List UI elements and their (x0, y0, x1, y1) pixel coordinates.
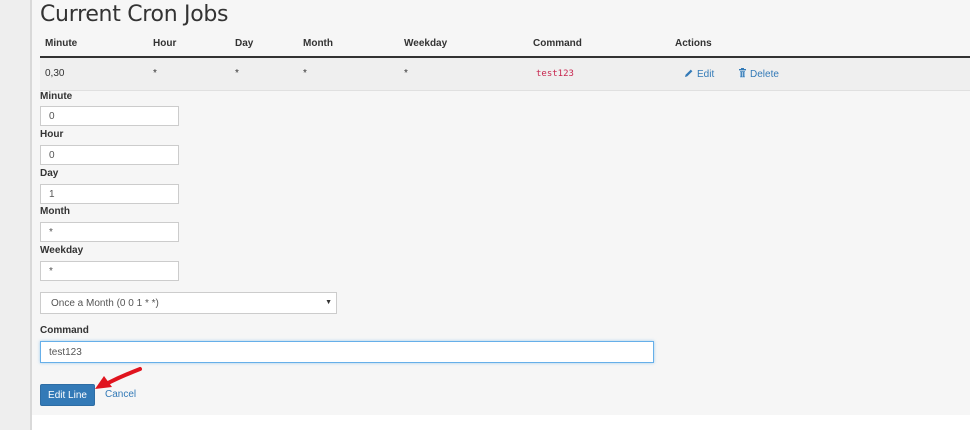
edit-link[interactable]: Edit (684, 68, 714, 80)
caret-down-icon: ▼ (325, 299, 332, 306)
cell-weekday: * (404, 68, 408, 79)
header-month: Month (303, 38, 333, 49)
common-settings-value: Once a Month (0 0 1 * *) (51, 298, 159, 309)
hour-label: Hour (40, 129, 64, 140)
day-input[interactable] (40, 184, 179, 204)
command-input[interactable] (40, 341, 654, 363)
edit-label: Edit (697, 69, 715, 80)
table-header: Minute Hour Day Month Weekday Command Ac… (40, 36, 970, 58)
command-label: Command (40, 325, 89, 336)
month-input[interactable] (40, 222, 179, 242)
left-sidebar-rail (0, 0, 32, 430)
header-weekday: Weekday (404, 38, 448, 49)
cell-command: test123 (536, 69, 574, 79)
header-day: Day (235, 38, 254, 49)
minute-label: Minute (40, 91, 73, 102)
weekday-label: Weekday (40, 245, 84, 256)
header-command: Command (533, 38, 582, 49)
delete-link[interactable]: Delete (738, 68, 779, 80)
cron-jobs-table: Minute Hour Day Month Weekday Command Ac… (40, 36, 970, 91)
header-hour: Hour (153, 38, 177, 49)
edit-line-button[interactable]: Edit Line (40, 384, 95, 406)
cell-month: * (303, 68, 307, 79)
red-arrow-icon (95, 367, 142, 389)
table-row: 0,30 * * * * test123 Edit Delete (40, 58, 970, 91)
minute-input[interactable] (40, 106, 179, 126)
hour-input[interactable] (40, 145, 179, 165)
month-label: Month (40, 206, 70, 217)
common-settings-select[interactable]: Once a Month (0 0 1 * *) ▼ (40, 292, 337, 314)
delete-label: Delete (750, 69, 779, 80)
cell-day: * (235, 68, 239, 79)
pencil-icon (685, 69, 693, 77)
cell-hour: * (153, 68, 157, 79)
header-minute: Minute (45, 38, 78, 49)
header-actions: Actions (675, 38, 712, 49)
trash-icon (739, 68, 746, 78)
cell-minute: 0,30 (45, 68, 65, 79)
weekday-input[interactable] (40, 261, 179, 281)
page-title: Current Cron Jobs (40, 2, 229, 27)
day-label: Day (40, 168, 59, 179)
